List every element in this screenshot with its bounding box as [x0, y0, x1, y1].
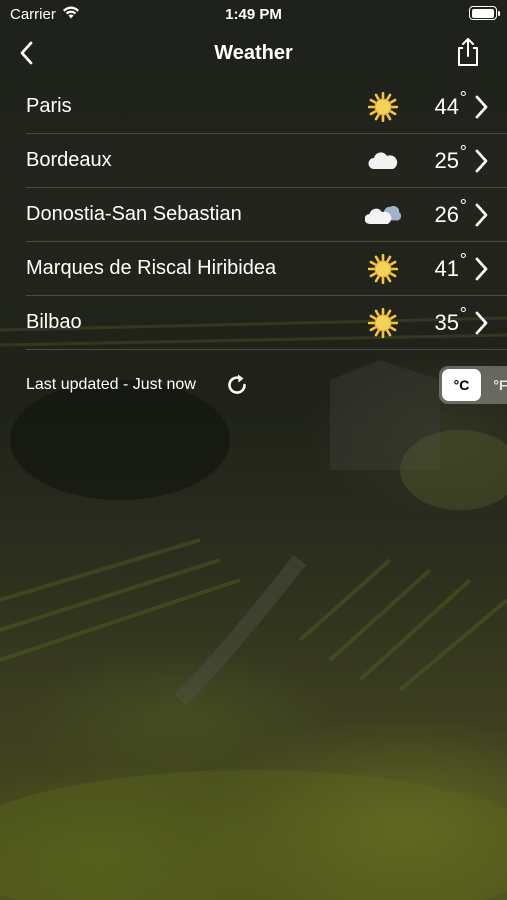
unit-segmented-control[interactable]: °C °F	[439, 366, 507, 404]
fahrenheit-option[interactable]: °F	[481, 369, 507, 401]
status-bar: Carrier 1:49 PM	[0, 0, 507, 30]
city-name: Donostia-San Sebastian	[26, 203, 242, 225]
city-row-bordeaux[interactable]: Bordeaux 25 °	[26, 134, 507, 188]
last-updated-label: Last updated - Just now	[26, 376, 196, 393]
cloud-icon	[365, 146, 401, 176]
city-temperature: 25 °	[434, 141, 467, 173]
city-temperature: 44 °	[434, 87, 467, 119]
city-name: Paris	[26, 95, 72, 117]
city-temperature: 35 °	[434, 303, 467, 335]
chevron-right-icon	[469, 200, 495, 230]
chevron-right-icon	[469, 308, 495, 338]
city-name: Bilbao	[26, 311, 82, 333]
refresh-icon	[228, 374, 246, 394]
chevron-right-icon	[469, 254, 495, 284]
chevron-right-icon	[469, 92, 495, 122]
footer-bar: Last updated - Just now °C °F	[26, 366, 507, 406]
sun-icon	[365, 91, 401, 122]
sun-icon	[365, 253, 401, 284]
city-name: Marques de Riscal Hiribidea	[26, 257, 277, 279]
battery-icon	[469, 6, 500, 20]
page-title: Weather	[214, 42, 293, 64]
city-name: Bordeaux	[26, 149, 112, 171]
city-temperature: 41 °	[434, 249, 467, 281]
share-button[interactable]	[453, 36, 483, 68]
status-time: 1:49 PM	[225, 6, 282, 23]
refresh-button[interactable]	[224, 372, 250, 398]
sun-icon	[365, 307, 401, 338]
city-temperature: 26 °	[434, 195, 467, 227]
city-row-marques-de-riscal[interactable]: Marques de Riscal Hiribidea 41 °	[26, 242, 507, 296]
partly-cloudy-icon	[365, 200, 401, 230]
city-list: Paris 44 ° Bordeaux 25 ° Donostia-San Seba…	[26, 80, 507, 350]
city-row-donostia-san-sebastian[interactable]: Donostia-San Sebastian 26 °	[26, 188, 507, 242]
celsius-option[interactable]: °C	[442, 369, 481, 401]
share-icon	[458, 38, 478, 66]
navigation-bar: Weather	[0, 32, 507, 76]
chevron-right-icon	[469, 146, 495, 176]
city-row-bilbao[interactable]: Bilbao 35 °	[26, 296, 507, 350]
city-row-paris[interactable]: Paris 44 °	[26, 80, 507, 134]
